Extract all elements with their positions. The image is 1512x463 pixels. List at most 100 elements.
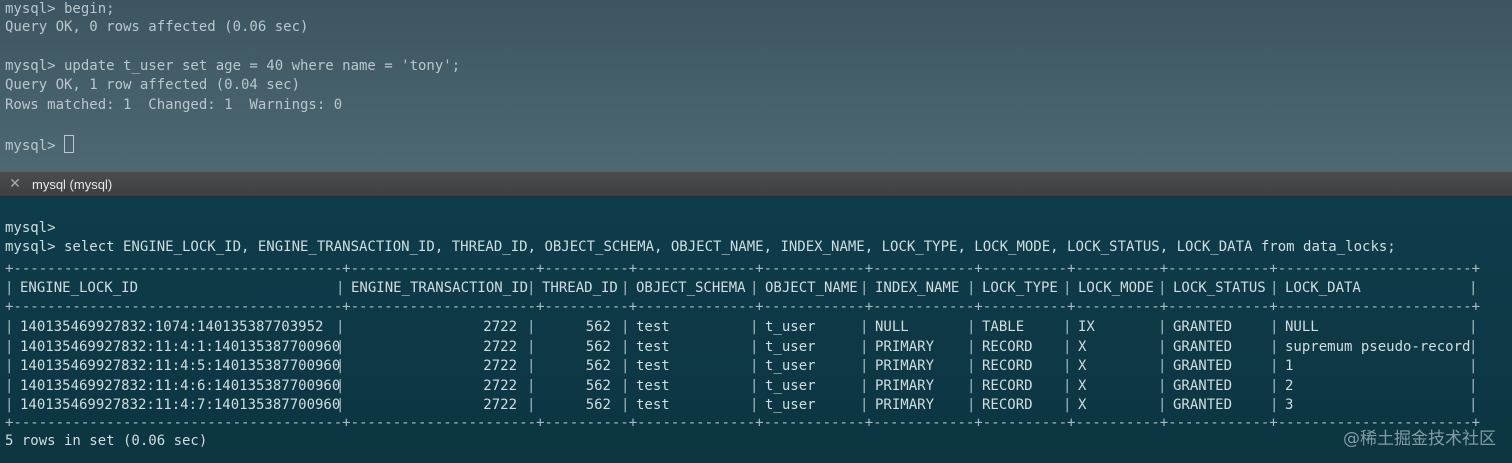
table-cell: 2722	[483, 338, 517, 355]
column-separator: |	[967, 377, 976, 394]
column-separator: |	[336, 280, 345, 296]
column-separator: |	[1469, 377, 1478, 394]
table-cell: test	[636, 377, 670, 394]
close-icon[interactable]: ✕	[8, 176, 22, 190]
column-header: LOCK_STATUS	[1173, 280, 1266, 296]
watermark: @稀土掘金技术社区	[1343, 429, 1496, 449]
column-separator: |	[860, 280, 869, 296]
column-separator: |	[967, 358, 976, 374]
table-cell: GRANTED	[1173, 377, 1233, 394]
column-separator: |	[860, 338, 869, 355]
column-separator: |	[1270, 358, 1279, 374]
column-header: ENGINE_TRANSACTION_ID	[351, 280, 529, 296]
column-separator: |	[5, 338, 14, 355]
column-separator: |	[750, 377, 759, 394]
column-separator: |	[860, 358, 869, 374]
table-cell: GRANTED	[1173, 358, 1233, 374]
column-separator: |	[1158, 319, 1167, 335]
table-cell: 140135469927832:11:4:1:140135387700960	[20, 338, 341, 355]
column-separator: |	[1270, 319, 1279, 335]
table-cell: 140135469927832:11:4:5:140135387700960	[20, 358, 341, 374]
table-cell: PRIMARY	[875, 338, 935, 355]
column-separator: |	[336, 319, 345, 335]
column-separator: |	[1270, 338, 1279, 355]
table-cell: 2722	[483, 358, 517, 374]
column-separator: |	[967, 280, 976, 296]
column-separator: |	[967, 319, 976, 335]
terminal-line: Query OK, 0 rows affected (0.06 sec)	[5, 18, 309, 35]
column-separator: |	[750, 358, 759, 374]
column-separator: |	[967, 338, 976, 355]
column-separator: |	[1063, 280, 1072, 296]
column-separator: |	[1063, 319, 1072, 335]
table-cell: PRIMARY	[875, 377, 935, 394]
top-terminal-pane[interactable]: mysql> begin; Query OK, 0 rows affected …	[0, 0, 1512, 171]
column-separator: |	[1158, 280, 1167, 296]
column-header: INDEX_NAME	[875, 280, 960, 296]
column-header: OBJECT_NAME	[765, 280, 858, 296]
column-separator: |	[527, 280, 536, 296]
table-border-top: +---------------------------------------…	[5, 261, 1481, 277]
table-cell: 562	[585, 338, 611, 355]
terminal-line: Rows matched: 1 Changed: 1 Warnings: 0	[5, 96, 343, 113]
column-separator: |	[1270, 377, 1279, 394]
terminal-prompt: mysql>	[5, 137, 65, 154]
terminal-query-line: mysql> select ENGINE_LOCK_ID, ENGINE_TRA…	[5, 239, 1396, 255]
column-separator: |	[527, 338, 536, 355]
table-cell: X	[1078, 338, 1087, 355]
table-cell: t_user	[765, 358, 816, 374]
text-cursor	[64, 134, 75, 153]
table-cell: NULL	[875, 319, 909, 335]
table-cell: t_user	[765, 319, 816, 335]
column-header: THREAD_ID	[542, 280, 618, 296]
column-separator: |	[750, 338, 759, 355]
tab-title[interactable]: mysql (mysql)	[32, 177, 112, 192]
table-cell: test	[636, 319, 670, 335]
table-cell: supremum pseudo-record	[1285, 338, 1471, 355]
table-border-bottom: +---------------------------------------…	[5, 414, 1481, 431]
column-separator: |	[1063, 358, 1072, 374]
column-separator: |	[527, 319, 536, 335]
result-summary: 5 rows in set (0.06 sec)	[5, 433, 208, 449]
table-cell: test	[636, 338, 670, 355]
column-separator: |	[1158, 338, 1167, 355]
terminal-line: Query OK, 1 row affected (0.04 sec)	[5, 77, 301, 93]
table-cell: t_user	[765, 338, 816, 355]
column-separator: |	[1158, 377, 1167, 394]
column-separator: |	[750, 280, 759, 296]
column-header: ENGINE_LOCK_ID	[20, 280, 139, 296]
table-cell: GRANTED	[1173, 319, 1233, 335]
table-cell: GRANTED	[1173, 338, 1233, 355]
column-separator: |	[621, 280, 630, 296]
table-border-header: +---------------------------------------…	[5, 299, 1481, 315]
column-separator: |	[1469, 319, 1478, 335]
column-separator: |	[621, 338, 630, 355]
table-cell: 140135469927832:11:4:6:140135387700960	[20, 377, 341, 394]
table-cell: IX	[1078, 319, 1095, 335]
table-cell: 562	[585, 358, 611, 374]
bottom-terminal-pane[interactable]: mysql> mysql> select ENGINE_LOCK_ID, ENG…	[0, 197, 1512, 463]
table-cell: X	[1078, 358, 1087, 374]
column-separator: |	[1270, 280, 1279, 296]
column-separator: |	[860, 319, 869, 335]
terminal-prompt-line[interactable]: mysql>	[5, 134, 75, 155]
table-cell: 140135469927832:1074:140135387703952	[20, 319, 324, 335]
column-separator: |	[5, 280, 14, 296]
column-header: LOCK_MODE	[1078, 280, 1154, 296]
table-cell: RECORD	[982, 338, 1033, 355]
column-separator: |	[621, 319, 630, 335]
table-cell: RECORD	[982, 358, 1033, 374]
table-cell: test	[636, 358, 670, 374]
terminal-tab-bar: ✕ mysql (mysql)	[0, 171, 1512, 197]
table-cell: 562	[585, 319, 611, 335]
terminal-line: mysql> update t_user set age = 40 where …	[5, 57, 461, 74]
column-separator: |	[527, 358, 536, 374]
column-separator: |	[1063, 377, 1072, 394]
column-separator: |	[1469, 358, 1478, 374]
column-separator: |	[621, 358, 630, 374]
column-header: LOCK_TYPE	[982, 280, 1058, 296]
column-separator: |	[1469, 280, 1478, 296]
column-separator: |	[860, 377, 869, 394]
column-separator: |	[527, 377, 536, 394]
table-cell: t_user	[765, 377, 816, 394]
